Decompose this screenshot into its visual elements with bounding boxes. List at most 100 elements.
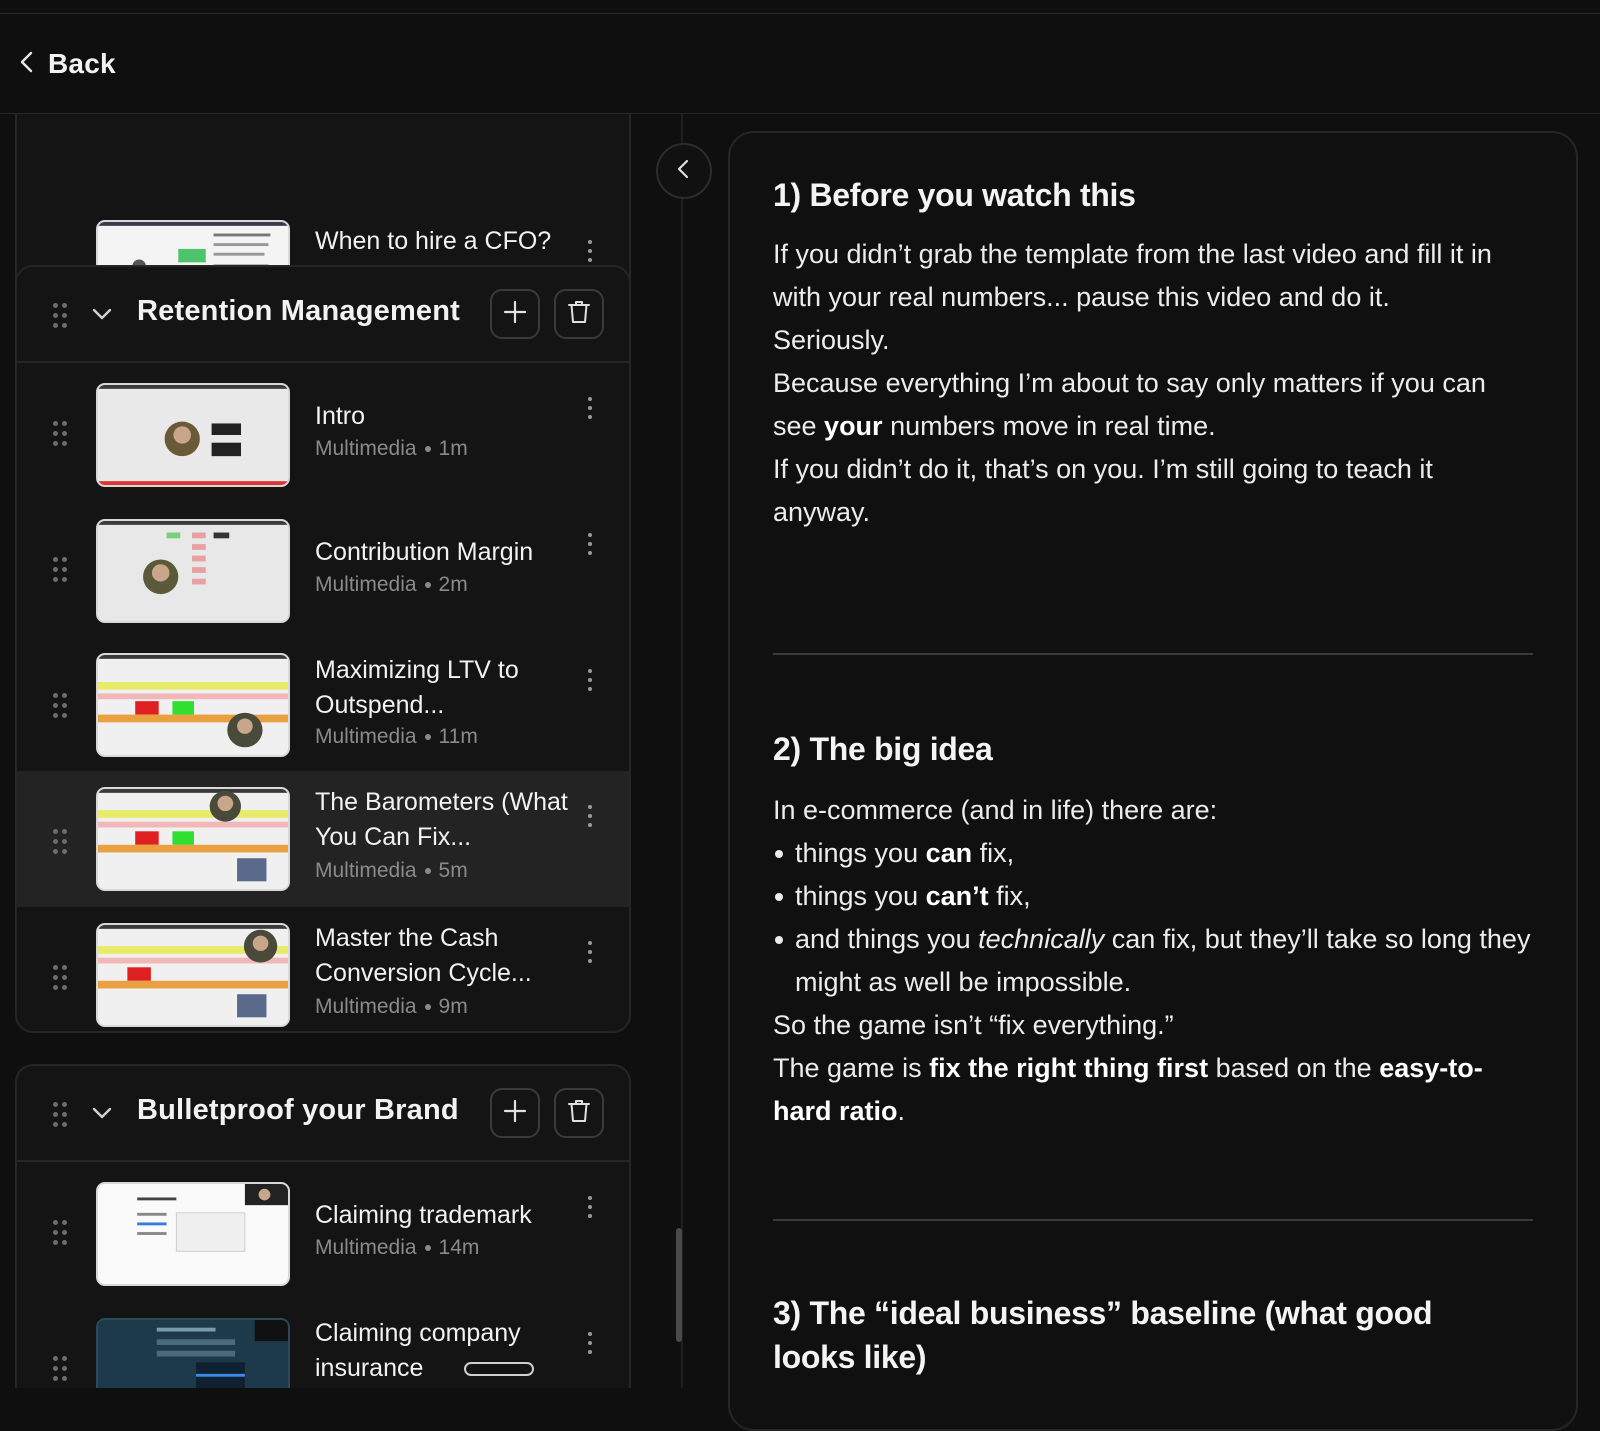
more-options-icon[interactable] [585,533,595,559]
text-run: numbers move in real time. [882,411,1216,441]
drag-handle-icon[interactable] [51,557,69,583]
lesson-thumbnail [96,923,290,1027]
more-options-icon[interactable] [585,941,595,967]
section-bulletproof-your-brand: Bulletproof your Brand Claiming trademar… [15,1064,631,1388]
trash-icon [565,1097,593,1130]
divider [773,1219,1533,1221]
drag-handle-icon[interactable] [51,829,69,855]
bold-text: can’t [925,881,989,911]
more-options-icon[interactable] [585,669,595,695]
separator-dot-icon [424,582,431,588]
more-options-icon[interactable] [585,1332,595,1358]
back-button[interactable]: Back [14,44,116,84]
add-lesson-button[interactable] [490,289,540,339]
drag-handle-icon[interactable] [51,693,69,719]
more-options-icon[interactable] [585,1196,595,1222]
lesson-item-intro[interactable]: Intro Multimedia 1m [17,363,629,499]
progress-bar [464,1362,534,1376]
section-header: Retention Management [17,267,629,363]
separator-dot-icon [424,734,431,740]
paragraph: Because everything I’m about to say only… [773,362,1533,448]
drag-handle-icon[interactable] [51,1220,69,1246]
section-retention-management: Retention Management Intro Multimedia 1m … [15,265,631,1033]
lesson-duration: 1m [438,437,468,460]
text-run: things you [795,838,926,868]
more-options-icon[interactable] [585,805,595,831]
lesson-title: When to hire a CFO? [315,227,552,255]
collapse-sidebar-button[interactable] [656,143,712,199]
lesson-item-barometers[interactable]: The Barometers (What You Can Fix... Mult… [17,771,629,907]
lesson-thumbnail [96,1182,290,1286]
bullet-list: things you can fix, things you can’t fix… [773,832,1533,1004]
section-heading-3: 3) The “ideal business” baseline (what g… [773,1295,1433,1375]
bold-text: can [925,838,973,868]
lesson-item-maximizing-ltv[interactable]: Maximizing LTV to Outspend... Multimedia… [17,635,629,771]
lesson-title: Contribution Margin [315,538,534,566]
lesson-title: Intro [315,402,366,430]
section-1-body: If you didn’t grab the template from the… [773,233,1533,534]
lesson-type: Multimedia [315,437,417,460]
lesson-thumbnail [96,383,290,487]
italic-text: technically [978,924,1105,954]
lesson-meta: Multimedia 1m [315,437,468,461]
drag-handle-icon[interactable] [51,965,69,991]
lesson-item-contribution-margin[interactable]: Contribution Margin Multimedia 2m [17,499,629,635]
chevron-left-icon [14,49,40,80]
section-2-body: In e-commerce (and in life) there are: t… [773,789,1533,1133]
drag-handle-icon[interactable] [51,1102,69,1128]
chevron-down-icon[interactable] [89,1100,115,1126]
chevron-down-icon[interactable] [89,301,115,327]
drag-handle-icon[interactable] [51,1356,69,1382]
divider [773,653,1533,655]
lesson-type: Multimedia [315,859,417,882]
delete-section-button[interactable] [554,289,604,339]
lesson-thumbnail [96,1318,290,1388]
text-run: things you [795,881,926,911]
lesson-duration: 5m [438,859,468,882]
paragraph: Seriously. [773,325,890,355]
trash-icon [565,298,593,331]
lesson-title: Master the Cash Conversion Cycle... [315,924,532,987]
more-options-icon[interactable] [585,397,595,423]
separator-dot-icon [424,1004,431,1010]
section-title: Bulletproof your Brand [137,1094,459,1126]
lesson-duration: 11m [438,725,478,748]
lesson-item-claiming-trademark[interactable]: Claiming trademark Multimedia 14m [17,1162,629,1298]
text-run: and things you [795,924,979,954]
list-item: and things you technically can fix, but … [775,918,1533,1004]
lesson-duration: 2m [438,573,468,596]
add-lesson-button[interactable] [490,1088,540,1138]
plus-icon [501,298,529,331]
paragraph: The game is fix the right thing first ba… [773,1047,1533,1133]
lesson-thumbnail [96,519,290,623]
paragraph: In e-commerce (and in life) there are: [773,795,1218,825]
lesson-type: Multimedia [315,995,417,1018]
back-label: Back [48,48,116,79]
lesson-title: Claiming trademark [315,1201,532,1229]
lesson-item-claiming-insurance[interactable]: Claiming company insurance [17,1298,629,1388]
section-title: Retention Management [137,295,461,327]
more-options-icon[interactable] [585,240,595,266]
scrollbar-thumb[interactable] [676,1228,682,1342]
chevron-left-icon [672,157,696,186]
lesson-meta: Multimedia 9m [315,995,468,1019]
lesson-type: Multimedia [315,573,417,596]
section-header: Bulletproof your Brand [17,1066,629,1162]
lesson-duration: 14m [438,1236,480,1259]
lesson-list-panel: When to hire a CFO? Multimedia 9m Retenti… [0,114,650,1388]
lesson-item-cash-conversion[interactable]: Master the Cash Conversion Cycle... Mult… [17,907,629,1031]
lesson-meta: Multimedia 14m [315,1236,479,1260]
drag-handle-icon[interactable] [51,303,69,329]
lesson-title: Claiming company insurance [315,1319,521,1382]
text-run: . [897,1096,906,1126]
section-heading-1: 1) Before you watch this [773,177,1136,213]
lesson-meta: Multimedia 2m [315,573,468,597]
lesson-title: The Barometers (What You Can Fix... [315,788,568,851]
text-run: The game is [773,1053,930,1083]
drag-handle-icon[interactable] [51,421,69,447]
text-run: fix, [972,838,1015,868]
text-run: based on the [1208,1053,1380,1083]
plus-icon [501,1097,529,1130]
paragraph: If you didn’t do it, that’s on you. I’m … [773,454,1433,527]
delete-section-button[interactable] [554,1088,604,1138]
